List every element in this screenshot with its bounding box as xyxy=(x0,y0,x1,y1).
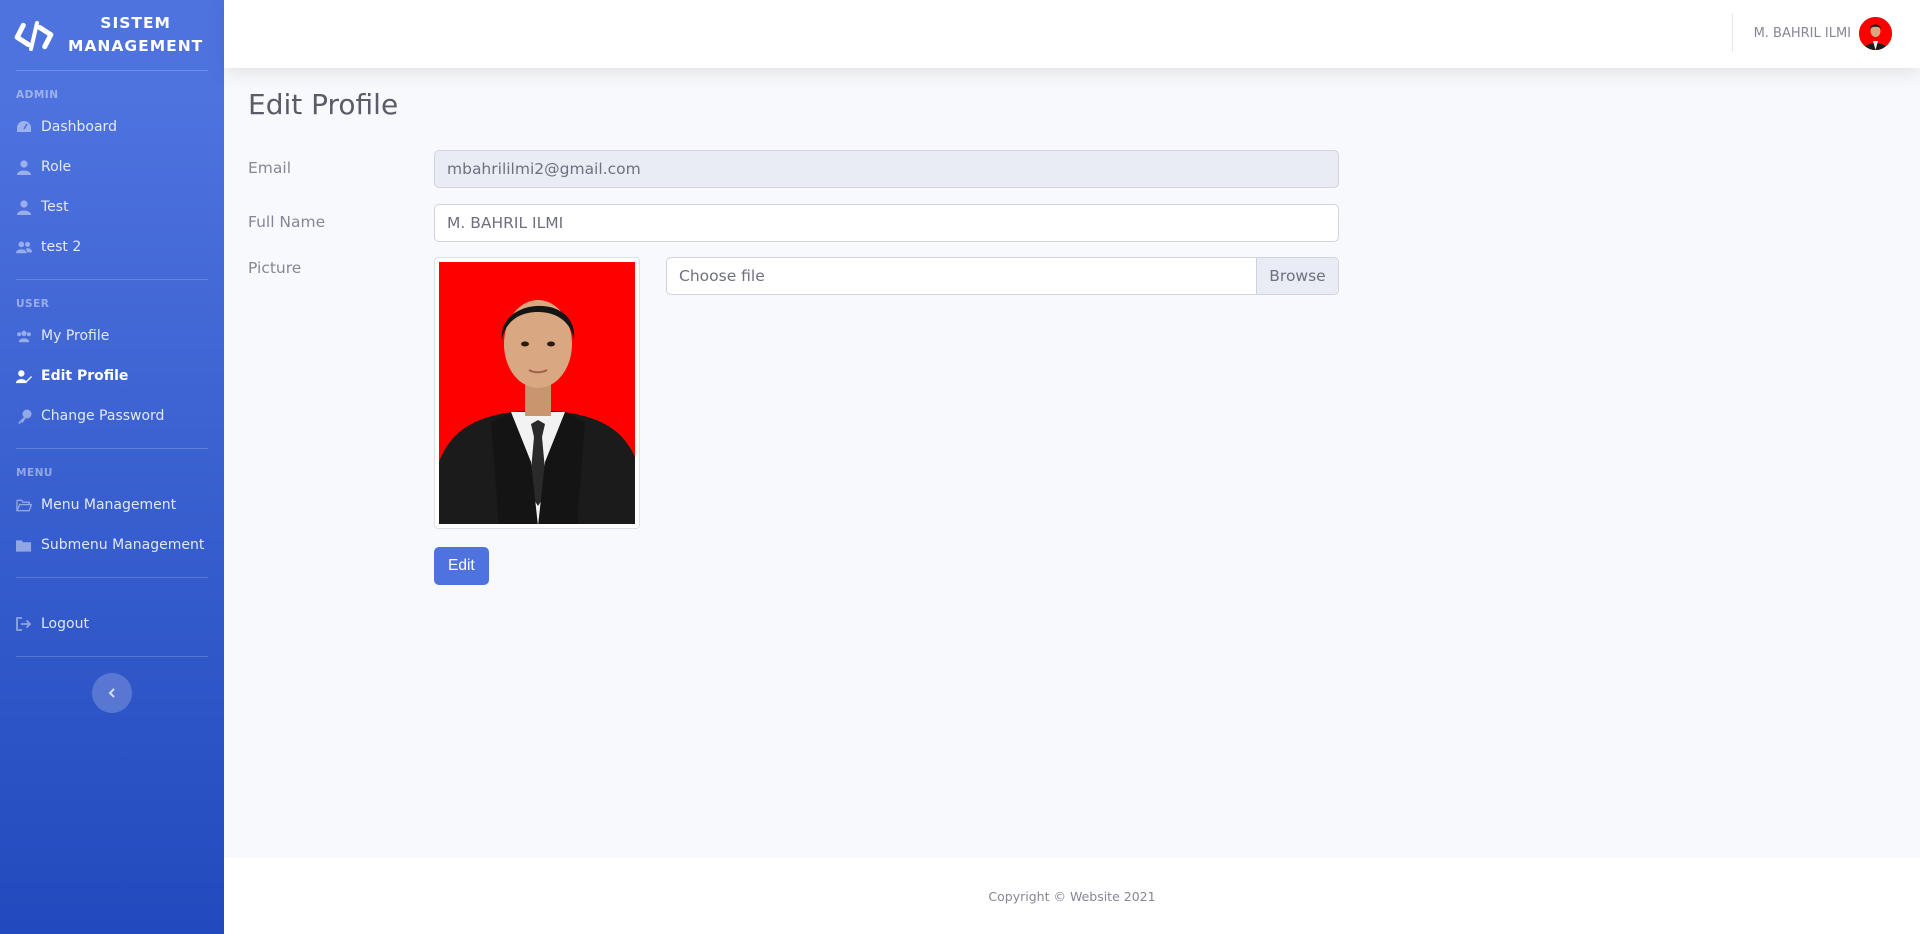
sign-out-icon xyxy=(16,616,32,632)
chevron-left-icon xyxy=(107,684,117,703)
user-name: M. BAHRIL ILMI xyxy=(1753,26,1851,41)
code-icon xyxy=(14,15,54,55)
user-dropdown[interactable]: M. BAHRIL ILMI xyxy=(1754,17,1892,50)
browse-button[interactable]: Browse xyxy=(1256,258,1338,294)
profile-picture xyxy=(434,257,640,529)
email-label: Email xyxy=(248,159,292,177)
sidebar-item-edit-profile[interactable]: Edit Profile xyxy=(0,356,224,396)
sidebar-heading-user: USER xyxy=(16,298,50,310)
sidebar-heading-menu: MENU xyxy=(16,467,53,479)
sidebar-item-logout[interactable]: Logout xyxy=(0,604,224,644)
sidebar-item-label: Test xyxy=(41,199,69,215)
picture-label: Picture xyxy=(248,259,302,277)
sidebar-heading-admin: ADMIN xyxy=(16,89,59,101)
sidebar-item-dashboard[interactable]: Dashboard xyxy=(0,107,224,147)
fullname-row: Full Name M. BAHRIL ILMI xyxy=(248,204,1339,242)
edit-button[interactable]: Edit xyxy=(434,547,489,585)
user-edit-icon xyxy=(16,368,32,384)
folder-icon xyxy=(16,537,32,553)
users-icon xyxy=(16,239,32,255)
email-field[interactable]: mbahrililmi2@gmail.com xyxy=(434,150,1339,188)
topbar-divider xyxy=(1732,14,1733,52)
picture-row: Picture Choose file Browse xyxy=(248,257,1339,529)
key-icon xyxy=(16,408,32,424)
sidebar-item-label: Submenu Management xyxy=(41,537,205,553)
sidebar-item-change-password[interactable]: Change Password xyxy=(0,396,224,436)
sidebar-item-label: Change Password xyxy=(41,408,165,424)
user-icon xyxy=(16,199,32,215)
sidebar: SISTEM MANAGEMENT ADMIN Dashboard Role T… xyxy=(0,0,224,934)
sidebar-divider xyxy=(16,656,208,657)
fullname-field[interactable]: M. BAHRIL ILMI xyxy=(434,204,1339,242)
sidebar-item-menu-management[interactable]: Menu Management xyxy=(0,485,224,525)
sidebar-item-label: Role xyxy=(41,159,72,175)
sidebar-item-label: Menu Management xyxy=(41,497,177,513)
sidebar-toggle-button[interactable] xyxy=(92,673,132,713)
brand-title-line2: MANAGEMENT xyxy=(68,37,204,55)
file-input-placeholder: Choose file xyxy=(679,267,765,285)
main-content: Edit Profile Email mbahrililmi2@gmail.co… xyxy=(248,88,1339,585)
footer: Copyright © Website 2021 xyxy=(224,858,1920,934)
user-icon xyxy=(16,159,32,175)
sidebar-item-label: test 2 xyxy=(41,239,82,255)
email-row: Email mbahrililmi2@gmail.com xyxy=(248,150,1339,188)
profile-photo xyxy=(439,262,635,524)
page-title: Edit Profile xyxy=(248,88,399,121)
sidebar-item-label: Dashboard xyxy=(41,119,117,135)
tachometer-icon xyxy=(16,119,32,135)
brand-title: SISTEM MANAGEMENT xyxy=(68,12,203,58)
sidebar-item-my-profile[interactable]: My Profile xyxy=(0,316,224,356)
copyright-text: Copyright © Website 2021 xyxy=(988,888,1156,904)
picture-file-input[interactable]: Choose file Browse xyxy=(666,257,1339,295)
sidebar-item-test[interactable]: Test xyxy=(0,187,224,227)
brand-title-line1: SISTEM xyxy=(100,14,171,32)
sidebar-divider xyxy=(16,577,208,578)
sidebar-item-label: Edit Profile xyxy=(41,368,129,384)
users-icon xyxy=(16,328,32,344)
sidebar-item-label: My Profile xyxy=(41,328,110,344)
avatar[interactable] xyxy=(1859,17,1892,50)
sidebar-item-label: Logout xyxy=(41,616,89,632)
topbar: M. BAHRIL ILMI xyxy=(224,0,1920,68)
sidebar-brand[interactable]: SISTEM MANAGEMENT xyxy=(0,0,224,70)
folder-open-icon xyxy=(16,497,32,513)
fullname-label: Full Name xyxy=(248,213,326,231)
sidebar-item-role[interactable]: Role xyxy=(0,147,224,187)
sidebar-item-test-2[interactable]: test 2 xyxy=(0,227,224,267)
sidebar-item-submenu-management[interactable]: Submenu Management xyxy=(0,525,224,565)
